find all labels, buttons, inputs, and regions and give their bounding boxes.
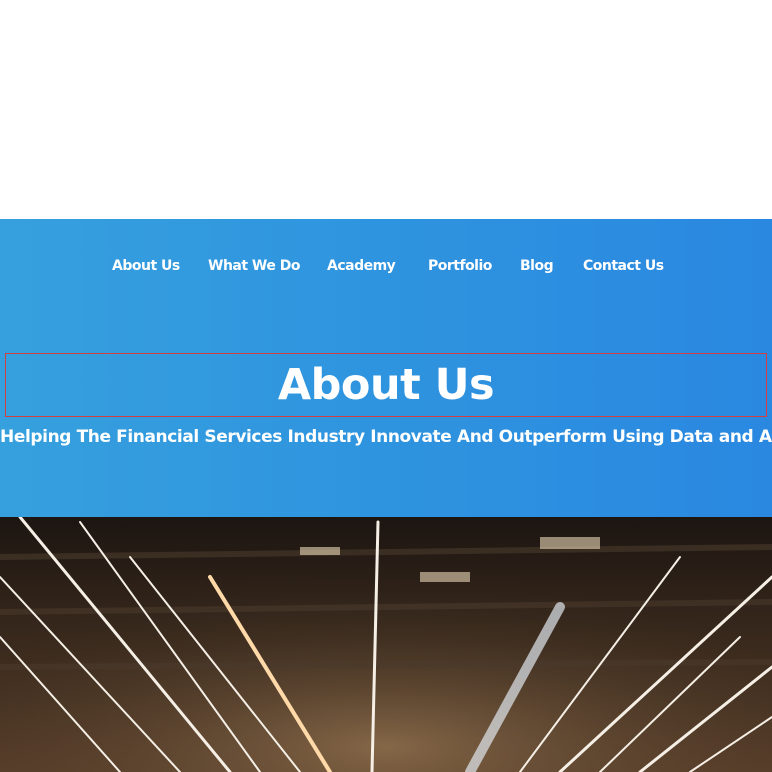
page-title-container: About Us: [5, 353, 767, 417]
nav-portfolio[interactable]: Portfolio: [428, 258, 492, 274]
nav-what-we-do[interactable]: What We Do: [208, 258, 300, 274]
light-trails-graphic: [0, 517, 772, 772]
nav-blog[interactable]: Blog: [520, 258, 554, 274]
main-nav: About Us What We Do Academy Portfolio Bl…: [0, 219, 772, 315]
hero-banner: About Us What We Do Academy Portfolio Bl…: [0, 219, 772, 517]
nav-contact-us[interactable]: Contact Us: [583, 258, 664, 274]
nav-academy[interactable]: Academy: [327, 258, 396, 274]
header-blank-area: [0, 0, 772, 219]
light-trails-image: [0, 517, 772, 772]
hero-subtitle: Helping The Financial Services Industry …: [0, 427, 772, 447]
page-title: About Us: [277, 360, 495, 410]
nav-about-us[interactable]: About Us: [112, 258, 180, 274]
